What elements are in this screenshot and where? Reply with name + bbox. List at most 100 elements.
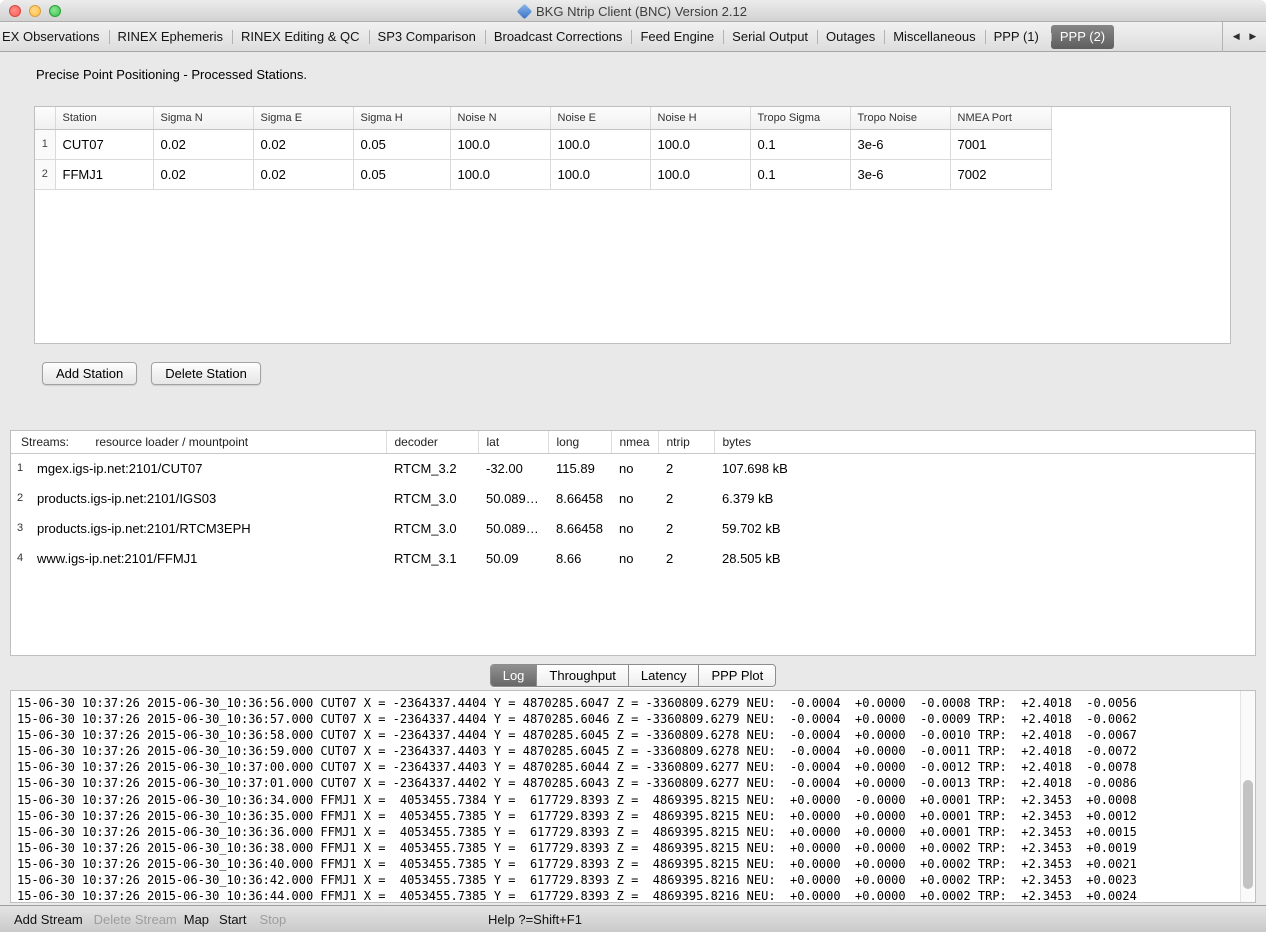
tab-sp3-comparison[interactable]: SP3 Comparison <box>369 22 485 52</box>
stream-row-4[interactable]: 4www.igs-ip.net:2101/FFMJ1RTCM_3.150.098… <box>11 543 1255 573</box>
tab-strip: EX ObservationsRINEX EphemerisRINEX Edit… <box>0 22 1222 52</box>
stream-cell-bytes: 6.379 kB <box>714 483 1255 513</box>
row-number: 3 <box>11 513 29 543</box>
stream-cell-ntrip: 2 <box>658 453 714 483</box>
col-decoder: decoder <box>386 431 478 453</box>
cell-noise-n[interactable]: 100.0 <box>450 159 550 189</box>
stream-cell-long: 8.66458 <box>548 513 611 543</box>
streams-label: Streams: <box>21 435 69 449</box>
cell-nmea-port[interactable]: 7001 <box>950 129 1051 159</box>
tab-serial-output[interactable]: Serial Output <box>723 22 817 52</box>
stream-cell-ntrip: 2 <box>658 543 714 573</box>
stream-cell-resource-loader-mountpoint: products.igs-ip.net:2101/RTCM3EPH <box>29 513 386 543</box>
cell-tropo-sigma[interactable]: 0.1 <box>750 159 850 189</box>
view-tab-log[interactable]: Log <box>491 665 537 686</box>
cell-nmea-port[interactable]: 7002 <box>950 159 1051 189</box>
stream-cell-ntrip: 2 <box>658 483 714 513</box>
window-title: BKG Ntrip Client (BNC) Version 2.12 <box>536 4 747 19</box>
stations-corner-cell <box>35 107 55 129</box>
stream-cell-bytes: 59.702 kB <box>714 513 1255 543</box>
tab-feed-engine[interactable]: Feed Engine <box>631 22 723 52</box>
cell-noise-e[interactable]: 100.0 <box>550 159 650 189</box>
stream-cell-long: 8.66 <box>548 543 611 573</box>
row-number: 2 <box>35 159 55 189</box>
view-tab-latency[interactable]: Latency <box>628 665 699 686</box>
col-station: Station <box>55 107 153 129</box>
stations-row-cut07[interactable]: 1CUT070.020.020.05100.0100.0100.00.13e-6… <box>35 129 1051 159</box>
col-long: long <box>548 431 611 453</box>
status-start[interactable]: Start <box>219 912 246 927</box>
stream-cell-resource-loader-mountpoint: mgex.igs-ip.net:2101/CUT07 <box>29 453 386 483</box>
view-tab-ppp-plot[interactable]: PPP Plot <box>698 665 775 686</box>
col-lat: lat <box>478 431 548 453</box>
tab-rinex-ephemeris[interactable]: RINEX Ephemeris <box>109 22 232 52</box>
cell-sigma-n[interactable]: 0.02 <box>153 129 253 159</box>
cell-noise-h[interactable]: 100.0 <box>650 129 750 159</box>
close-button[interactable] <box>9 5 21 17</box>
row-number: 2 <box>11 483 29 513</box>
view-tab-throughput[interactable]: Throughput <box>536 665 628 686</box>
tab-scroll-arrows: ◀ ▶ <box>1222 22 1266 52</box>
stream-cell-lat: 50.089… <box>478 483 548 513</box>
stream-cell-nmea: no <box>611 453 658 483</box>
tab-outages[interactable]: Outages <box>817 22 884 52</box>
status-delete-stream: Delete Stream <box>94 912 177 927</box>
minimize-button[interactable] <box>29 5 41 17</box>
cell-station[interactable]: FFMJ1 <box>55 159 153 189</box>
stream-row-3[interactable]: 3products.igs-ip.net:2101/RTCM3EPHRTCM_3… <box>11 513 1255 543</box>
bnc-window: BKG Ntrip Client (BNC) Version 2.12 EX O… <box>0 0 1266 932</box>
cell-sigma-h[interactable]: 0.05 <box>353 129 450 159</box>
tab-ppp-1[interactable]: PPP (1) <box>985 22 1048 52</box>
traffic-lights <box>9 5 61 17</box>
titlebar: BKG Ntrip Client (BNC) Version 2.12 <box>0 0 1266 22</box>
tab-ex-observations[interactable]: EX Observations <box>0 22 109 52</box>
cell-sigma-e[interactable]: 0.02 <box>253 129 353 159</box>
cell-tropo-noise[interactable]: 3e-6 <box>850 129 950 159</box>
tab-broadcast-corrections[interactable]: Broadcast Corrections <box>485 22 632 52</box>
add-station-button[interactable]: Add Station <box>42 362 137 385</box>
tab-scroll-left-button[interactable]: ◀ <box>1233 31 1240 42</box>
view-tab-wrap: LogThroughputLatencyPPP Plot <box>0 664 1266 687</box>
stream-cell-long: 8.66458 <box>548 483 611 513</box>
stations-row-ffmj1[interactable]: 2FFMJ10.020.020.05100.0100.0100.00.13e-6… <box>35 159 1051 189</box>
title-area: BKG Ntrip Client (BNC) Version 2.12 <box>0 0 1266 22</box>
cell-tropo-noise[interactable]: 3e-6 <box>850 159 950 189</box>
cell-noise-h[interactable]: 100.0 <box>650 159 750 189</box>
cell-station[interactable]: CUT07 <box>55 129 153 159</box>
zoom-button[interactable] <box>49 5 61 17</box>
log-scrollbar-thumb[interactable] <box>1243 780 1253 890</box>
row-number: 4 <box>11 543 29 573</box>
tab-miscellaneous[interactable]: Miscellaneous <box>884 22 984 52</box>
tab-rinex-editing-qc[interactable]: RINEX Editing & QC <box>232 22 369 52</box>
row-number: 1 <box>35 129 55 159</box>
stream-cell-long: 115.89 <box>548 453 611 483</box>
cell-sigma-e[interactable]: 0.02 <box>253 159 353 189</box>
app-icon <box>517 3 533 19</box>
stream-cell-lat: -32.00 <box>478 453 548 483</box>
status-add-stream[interactable]: Add Stream <box>14 912 83 927</box>
cell-noise-e[interactable]: 100.0 <box>550 129 650 159</box>
col-sigma-h: Sigma H <box>353 107 450 129</box>
delete-station-button[interactable]: Delete Station <box>151 362 261 385</box>
stream-cell-decoder: RTCM_3.1 <box>386 543 478 573</box>
stream-row-2[interactable]: 2products.igs-ip.net:2101/IGS03RTCM_3.05… <box>11 483 1255 513</box>
streams-header-row: Streams: resource loader / mountpoint de… <box>11 431 1255 453</box>
col-noise-n: Noise N <box>450 107 550 129</box>
col-sigma-n: Sigma N <box>153 107 253 129</box>
stations-header-row: Station Sigma N Sigma E Sigma H Noise N … <box>35 107 1051 129</box>
stream-cell-bytes: 28.505 kB <box>714 543 1255 573</box>
cell-sigma-n[interactable]: 0.02 <box>153 159 253 189</box>
stream-row-1[interactable]: 1mgex.igs-ip.net:2101/CUT07RTCM_3.2-32.0… <box>11 453 1255 483</box>
cell-tropo-sigma[interactable]: 0.1 <box>750 129 850 159</box>
cell-noise-n[interactable]: 100.0 <box>450 129 550 159</box>
status-map[interactable]: Map <box>184 912 209 927</box>
col-mountpoint: resource loader / mountpoint <box>95 435 248 449</box>
log-output: 15-06-30 10:37:26 2015-06-30_10:36:56.00… <box>17 695 1237 900</box>
stream-cell-lat: 50.09 <box>478 543 548 573</box>
col-ntrip: ntrip <box>658 431 714 453</box>
log-scrollbar[interactable] <box>1240 691 1255 902</box>
cell-sigma-h[interactable]: 0.05 <box>353 159 450 189</box>
tab-scroll-right-button[interactable]: ▶ <box>1249 31 1256 42</box>
streams-mountpoint-header: Streams: resource loader / mountpoint <box>11 431 386 453</box>
tab-ppp-2[interactable]: PPP (2) <box>1051 25 1114 49</box>
